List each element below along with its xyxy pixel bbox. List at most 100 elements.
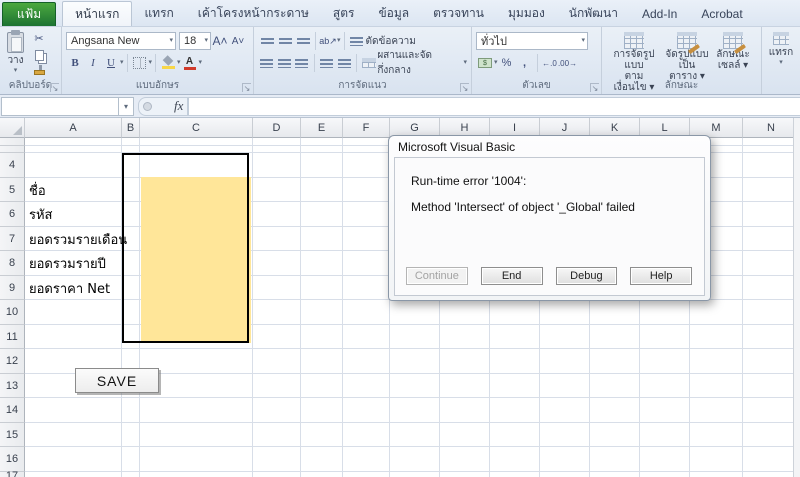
format-as-table-icon [677,32,697,49]
orientation-button[interactable]: ab↗ [319,33,337,49]
row-header-12[interactable]: 12 [0,349,25,374]
merge-center-dropdown-arrow[interactable]: ▾ [463,60,467,66]
dialog-title: Microsoft Visual Basic [389,136,710,157]
tab-8[interactable]: Add-In [630,1,689,26]
font-size-combo[interactable]: 18 ▾ [179,32,211,50]
underline-button[interactable]: U [102,55,120,71]
insert-function-icon[interactable]: fx [174,98,183,114]
decrease-indent-button[interactable] [318,55,336,71]
row-header-thin[interactable] [0,146,25,153]
cell-A6[interactable]: รหัส [29,202,53,226]
column-header-F[interactable]: F [343,118,390,138]
font-color-dropdown-arrow[interactable]: ▾ [199,60,203,66]
align-right-button[interactable] [293,55,311,71]
divider [127,54,128,72]
row-header-5[interactable]: 5 [0,178,25,202]
row-header-6[interactable]: 6 [0,202,25,227]
align-left-button[interactable] [258,55,276,71]
dialog-debug-button[interactable]: Debug [556,267,618,285]
cell-A9[interactable]: ยอดราคา Net [29,276,110,300]
orientation-dropdown-arrow[interactable]: ▾ [337,38,341,44]
fill-color-button[interactable] [159,55,177,71]
cell-A5[interactable]: ชื่อ [29,178,46,202]
tab-3[interactable]: สูตร [321,1,367,26]
tab-5[interactable]: ตรวจทาน [421,1,496,26]
cell-A8[interactable]: ยอดรวมรายปี [29,251,106,275]
group-clipboard: วาง ▾ ✂ คลิปบอร์ด ↘ [0,27,62,94]
tab-7[interactable]: นักพัฒนา [557,1,630,26]
column-header-A[interactable]: A [25,118,122,138]
insert-cells-button[interactable]: แทรก ▾ [766,30,796,68]
vertical-scrollbar[interactable] [793,118,800,477]
clipboard-dialog-launcher[interactable]: ↘ [50,83,59,92]
merge-center-icon [360,55,378,71]
borders-dropdown-arrow[interactable]: ▾ [149,60,153,66]
paste-dropdown-arrow: ▾ [14,68,18,74]
borders-button[interactable] [131,55,149,71]
row-header-14[interactable]: 14 [0,398,25,423]
tab-9[interactable]: Acrobat [689,1,754,26]
percent-button[interactable]: % [498,55,516,71]
tab-4[interactable]: ข้อมูล [366,1,421,26]
column-header-N[interactable]: N [743,118,800,138]
tab-2[interactable]: เค้าโครงหน้ากระดาษ [186,1,321,26]
font-name-combo[interactable]: Angsana New ▾ [66,32,176,50]
row-header-10[interactable]: 10 [0,300,25,325]
column-header-E[interactable]: E [301,118,343,138]
increase-decimal-button[interactable]: ←.0 [541,55,559,71]
paste-button[interactable]: วาง ▾ [4,30,27,80]
comma-button[interactable]: , [516,55,534,71]
merge-center-button[interactable]: ผสานและจัดกึ่งกลาง [377,48,463,78]
file-tab[interactable]: แฟ้ม [2,2,56,26]
cut-icon[interactable]: ✂ [30,30,48,46]
cell-A7[interactable]: ยอดรวมรายเดือน [29,227,127,251]
painter-glyph [34,70,45,75]
wrap-text-button[interactable]: ตัดข้อความ [366,34,416,49]
row-header-4[interactable]: 4 [0,153,25,178]
bold-button[interactable]: B [66,55,84,71]
shrink-font-button[interactable]: A˅ [229,33,247,49]
save-button[interactable]: SAVE [75,368,159,393]
column-header-D[interactable]: D [253,118,301,138]
bordered-range[interactable] [122,153,249,343]
row-header-7[interactable]: 7 [0,227,25,251]
copy-icon[interactable] [30,47,48,63]
align-center-button[interactable] [276,55,294,71]
column-header-B[interactable]: B [122,118,140,138]
accounting-format-button[interactable]: $ [476,55,494,71]
number-dialog-launcher[interactable]: ↘ [590,83,599,92]
row-header-thin[interactable] [0,138,25,146]
number-format-combo[interactable]: ทั่วไป ▾ [476,32,588,50]
dialog-help-button[interactable]: Help [630,267,692,285]
decrease-decimal-button[interactable]: .00→ [559,55,577,71]
row-header-8[interactable]: 8 [0,251,25,276]
tab-0[interactable]: หน้าแรก [62,1,132,26]
grow-font-button[interactable]: A˄ [211,33,229,49]
row-header-16[interactable]: 16 [0,447,25,472]
row-header-11[interactable]: 11 [0,325,25,349]
gridline [342,138,343,477]
accounting-dropdown-arrow[interactable]: ▾ [494,60,498,66]
name-box[interactable] [1,97,119,116]
formula-input[interactable] [188,97,800,116]
align-bottom-button[interactable] [294,33,312,49]
increase-indent-button[interactable] [335,55,353,71]
row-header-15[interactable]: 15 [0,423,25,447]
name-box-dropdown[interactable]: ▾ [119,97,134,116]
alignment-dialog-launcher[interactable]: ↘ [460,83,469,92]
tab-1[interactable]: แทรก [132,1,185,26]
dialog-end-button[interactable]: End [481,267,543,285]
row-header-17[interactable]: 17 [0,472,25,477]
align-top-button[interactable] [258,33,276,49]
font-color-button[interactable]: A [181,55,199,71]
select-all-corner[interactable] [0,118,25,138]
row-header-13[interactable]: 13 [0,374,25,398]
tab-6[interactable]: มุมมอง [496,1,557,26]
column-header-C[interactable]: C [140,118,253,138]
italic-button[interactable]: I [84,55,102,71]
align-middle-button[interactable] [276,33,294,49]
decrease-indent-icon [320,59,333,68]
row-header-9[interactable]: 9 [0,276,25,300]
underline-dropdown-arrow[interactable]: ▾ [120,60,124,66]
font-dialog-launcher[interactable]: ↘ [242,83,251,92]
